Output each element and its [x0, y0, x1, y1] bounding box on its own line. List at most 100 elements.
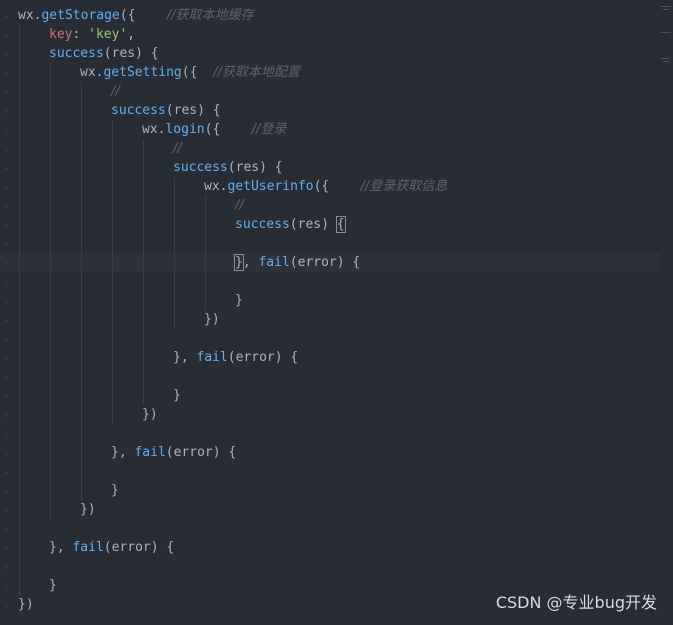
indent-guide: [205, 272, 206, 291]
code-text[interactable]: }: [111, 481, 119, 500]
code-line[interactable]: ⌄: [0, 367, 660, 386]
code-line[interactable]: ⌄}: [0, 291, 660, 310]
indent-guide: [81, 424, 82, 443]
code-text[interactable]: }: [235, 291, 243, 310]
code-text[interactable]: }, fail(error) {: [173, 348, 298, 367]
code-line[interactable]: ⌄ success(res) {: [0, 158, 660, 177]
code-line[interactable]: ⌄ success(res) {: [0, 215, 660, 234]
code-text[interactable]: }): [80, 500, 96, 519]
fold-chevron-icon[interactable]: ⌄: [4, 63, 14, 82]
code-line[interactable]: ⌄}): [0, 310, 660, 329]
fold-chevron-icon[interactable]: ⌄: [4, 386, 14, 405]
code-line[interactable]: ⌄ wx.getUserinfo({ //登录获取信息: [0, 177, 660, 196]
fold-chevron-icon[interactable]: ⌄: [4, 405, 14, 424]
fold-chevron-icon[interactable]: ⌄: [4, 139, 14, 158]
code-lines[interactable]: ⌄ wx.getStorage({ //获取本地缓存 ⌄ key: 'key', ⌄ su…: [0, 6, 660, 614]
fold-chevron-icon[interactable]: ⌄: [4, 215, 14, 234]
fold-chevron-icon[interactable]: ⌄: [4, 367, 14, 386]
code-line[interactable]: ⌄ //: [0, 196, 660, 215]
code-text[interactable]: success(res) {: [235, 215, 346, 234]
code-line[interactable]: ⌄ key: 'key',: [0, 25, 660, 44]
code-text[interactable]: wx.getUserinfo({ //登录获取信息: [204, 177, 447, 196]
code-text[interactable]: }: [49, 576, 57, 595]
fold-chevron-icon[interactable]: ⌄: [4, 44, 14, 63]
fold-chevron-icon[interactable]: ⌄: [4, 500, 14, 519]
fold-chevron-icon[interactable]: ⌄: [4, 158, 14, 177]
code-line[interactable]: ⌄: [0, 234, 660, 253]
fold-chevron-icon[interactable]: ⌄: [4, 82, 14, 101]
fold-chevron-icon[interactable]: ⌄: [4, 253, 14, 272]
code-line[interactable]: ⌄}: [0, 386, 660, 405]
code-line[interactable]: ⌄}): [0, 405, 660, 424]
fold-chevron-icon[interactable]: ⌄: [4, 481, 14, 500]
code-line[interactable]: ⌄ wx.getSetting({ //获取本地配置: [0, 63, 660, 82]
code-text[interactable]: //: [173, 139, 182, 158]
code-token: wx.: [80, 65, 104, 80]
code-text[interactable]: }, fail(error) {: [49, 538, 174, 557]
fold-chevron-icon[interactable]: ⌄: [4, 538, 14, 557]
code-text[interactable]: wx.getSetting({ //获取本地配置: [80, 63, 300, 82]
indent-guide: [81, 253, 82, 272]
fold-chevron-icon[interactable]: ⌄: [4, 462, 14, 481]
fold-chevron-icon[interactable]: ⌄: [4, 101, 14, 120]
code-text[interactable]: success(res) {: [111, 101, 221, 120]
indent-guide: [50, 272, 51, 291]
code-text[interactable]: wx.getStorage({ //获取本地缓存: [18, 6, 254, 25]
code-text[interactable]: success(res) {: [173, 158, 283, 177]
fold-chevron-icon[interactable]: ⌄: [4, 595, 14, 614]
code-line[interactable]: ⌄ //: [0, 82, 660, 101]
code-line[interactable]: ⌄ success(res) {: [0, 101, 660, 120]
code-line[interactable]: ⌄ wx.login({ //登录: [0, 120, 660, 139]
fold-chevron-icon[interactable]: ⌄: [4, 576, 14, 595]
fold-chevron-icon[interactable]: ⌄: [4, 310, 14, 329]
indent-guide: [50, 158, 51, 177]
code-text[interactable]: }, fail(error) {: [234, 253, 360, 272]
code-line[interactable]: ⌄}): [0, 500, 660, 519]
code-text[interactable]: }): [142, 405, 158, 424]
fold-chevron-icon[interactable]: ⌄: [4, 443, 14, 462]
code-text[interactable]: }: [173, 386, 181, 405]
code-text[interactable]: }, fail(error) {: [111, 443, 236, 462]
code-text[interactable]: key: 'key',: [49, 25, 135, 44]
fold-chevron-icon[interactable]: ⌄: [4, 234, 14, 253]
code-line[interactable]: ⌄ success(res) {: [0, 44, 660, 63]
code-line[interactable]: ⌄: [0, 557, 660, 576]
code-line[interactable]: ⌄ }, fail(error) {: [0, 348, 660, 367]
minimap[interactable]: [659, 0, 673, 80]
code-text[interactable]: //: [111, 82, 120, 101]
indent-guide: [112, 215, 113, 234]
code-line[interactable]: ⌄ //: [0, 139, 660, 158]
fold-chevron-icon[interactable]: ⌄: [4, 196, 14, 215]
fold-chevron-icon[interactable]: ⌄: [4, 291, 14, 310]
code-line[interactable]: ⌄: [0, 272, 660, 291]
indent-guide: [19, 82, 20, 101]
fold-chevron-icon[interactable]: ⌄: [4, 557, 14, 576]
code-line[interactable]: ⌄: [0, 462, 660, 481]
fold-chevron-icon[interactable]: ⌄: [4, 25, 14, 44]
fold-chevron-icon[interactable]: ⌄: [4, 424, 14, 443]
code-line[interactable]: ⌄ wx.getStorage({ //获取本地缓存: [0, 6, 660, 25]
code-token: ({: [313, 179, 361, 194]
code-text[interactable]: }): [18, 595, 34, 614]
code-text[interactable]: success(res) {: [49, 44, 159, 63]
code-line[interactable]: ⌄: [0, 519, 660, 538]
fold-chevron-icon[interactable]: ⌄: [4, 177, 14, 196]
fold-chevron-icon[interactable]: ⌄: [4, 519, 14, 538]
code-text[interactable]: }): [204, 310, 220, 329]
code-text[interactable]: //: [235, 196, 244, 215]
fold-chevron-icon[interactable]: ⌄: [4, 348, 14, 367]
code-line[interactable]: ⌄ }, fail(error) {: [0, 253, 660, 272]
fold-chevron-icon[interactable]: ⌄: [4, 329, 14, 348]
code-line[interactable]: ⌄ }, fail(error) {: [0, 538, 660, 557]
code-line[interactable]: ⌄: [0, 424, 660, 443]
fold-chevron-icon[interactable]: ⌄: [4, 6, 14, 25]
code-line[interactable]: ⌄ }, fail(error) {: [0, 443, 660, 462]
indent-guide: [50, 215, 51, 234]
code-line[interactable]: ⌄: [0, 329, 660, 348]
code-line[interactable]: ⌄}: [0, 481, 660, 500]
fold-chevron-icon[interactable]: ⌄: [4, 272, 14, 291]
code-editor[interactable]: ⌄ wx.getStorage({ //获取本地缓存 ⌄ key: 'key', ⌄ su…: [0, 0, 673, 625]
fold-chevron-icon[interactable]: ⌄: [4, 120, 14, 139]
indent-guide: [50, 177, 51, 196]
code-text[interactable]: wx.login({ //登录: [142, 120, 286, 139]
